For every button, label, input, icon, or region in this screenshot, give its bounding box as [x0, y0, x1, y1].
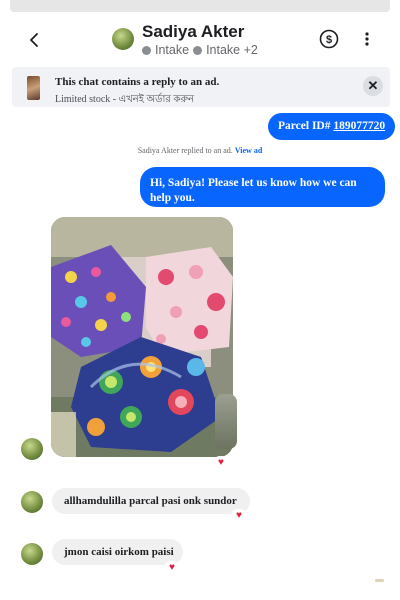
incoming-message[interactable]: allhamdulilla parcal pasi onk sundor — [52, 488, 250, 514]
scroll-indicator — [375, 579, 384, 582]
heart-icon: ♥ — [236, 510, 242, 521]
close-banner-button[interactable]: ✕ — [363, 76, 383, 96]
parcel-id-link[interactable]: 189077720 — [333, 120, 385, 132]
attachment-edge — [215, 394, 237, 449]
label-2: Intake +2 — [206, 43, 258, 57]
sender-avatar — [21, 438, 43, 460]
ad-thumbnail — [27, 76, 40, 100]
more-vertical-icon — [365, 32, 369, 46]
outgoing-message-parcel[interactable]: Parcel ID# 189077720 — [268, 113, 396, 140]
reaction-badge[interactable]: ♥ — [213, 456, 229, 470]
heart-icon: ♥ — [169, 562, 175, 573]
label-dot-icon — [142, 45, 151, 55]
sender-avatar — [21, 543, 43, 565]
label-1: Intake — [155, 43, 190, 57]
dollar-circle-icon: $ — [319, 29, 339, 49]
chat-header: Sadiya Akter Intake Intake +2 $ — [0, 12, 400, 68]
back-button[interactable] — [22, 28, 46, 52]
close-icon: ✕ — [367, 78, 379, 93]
view-ad-link[interactable]: View ad — [235, 146, 262, 155]
heart-icon: ♥ — [218, 457, 224, 468]
sender-avatar — [21, 491, 43, 513]
contact-avatar[interactable] — [112, 28, 134, 50]
incoming-photo-attachment[interactable] — [51, 217, 233, 457]
contact-labels[interactable]: Intake Intake +2 — [142, 43, 258, 57]
outgoing-message-greeting[interactable]: Hi, Sadiya! Please let us know how we ca… — [140, 167, 385, 207]
ad-reply-notice: Sadiya Akter replied to an ad. View ad — [0, 146, 400, 155]
parcel-label: Parcel ID# — [278, 120, 331, 132]
chevron-left-icon — [30, 33, 38, 47]
ad-banner-subtitle: Limited stock - এখনই অর্ডার করুন — [55, 94, 195, 105]
reaction-badge[interactable]: ♥ — [231, 509, 247, 523]
svg-text:$: $ — [326, 34, 332, 46]
more-options-button[interactable] — [360, 28, 374, 50]
payment-button[interactable]: $ — [318, 28, 340, 50]
label-dot-icon — [193, 45, 203, 55]
incoming-message[interactable]: jmon caisi oirkom paisi — [52, 539, 183, 565]
reaction-badge[interactable]: ♥ — [164, 561, 180, 575]
contact-name[interactable]: Sadiya Akter — [142, 22, 244, 42]
status-bar — [10, 0, 390, 12]
ad-reply-banner[interactable]: This chat contains a reply to an ad. Lim… — [12, 67, 390, 107]
ad-banner-title: This chat contains a reply to an ad. — [55, 76, 220, 88]
reply-notice-text: Sadiya Akter replied to an ad. — [137, 146, 233, 155]
